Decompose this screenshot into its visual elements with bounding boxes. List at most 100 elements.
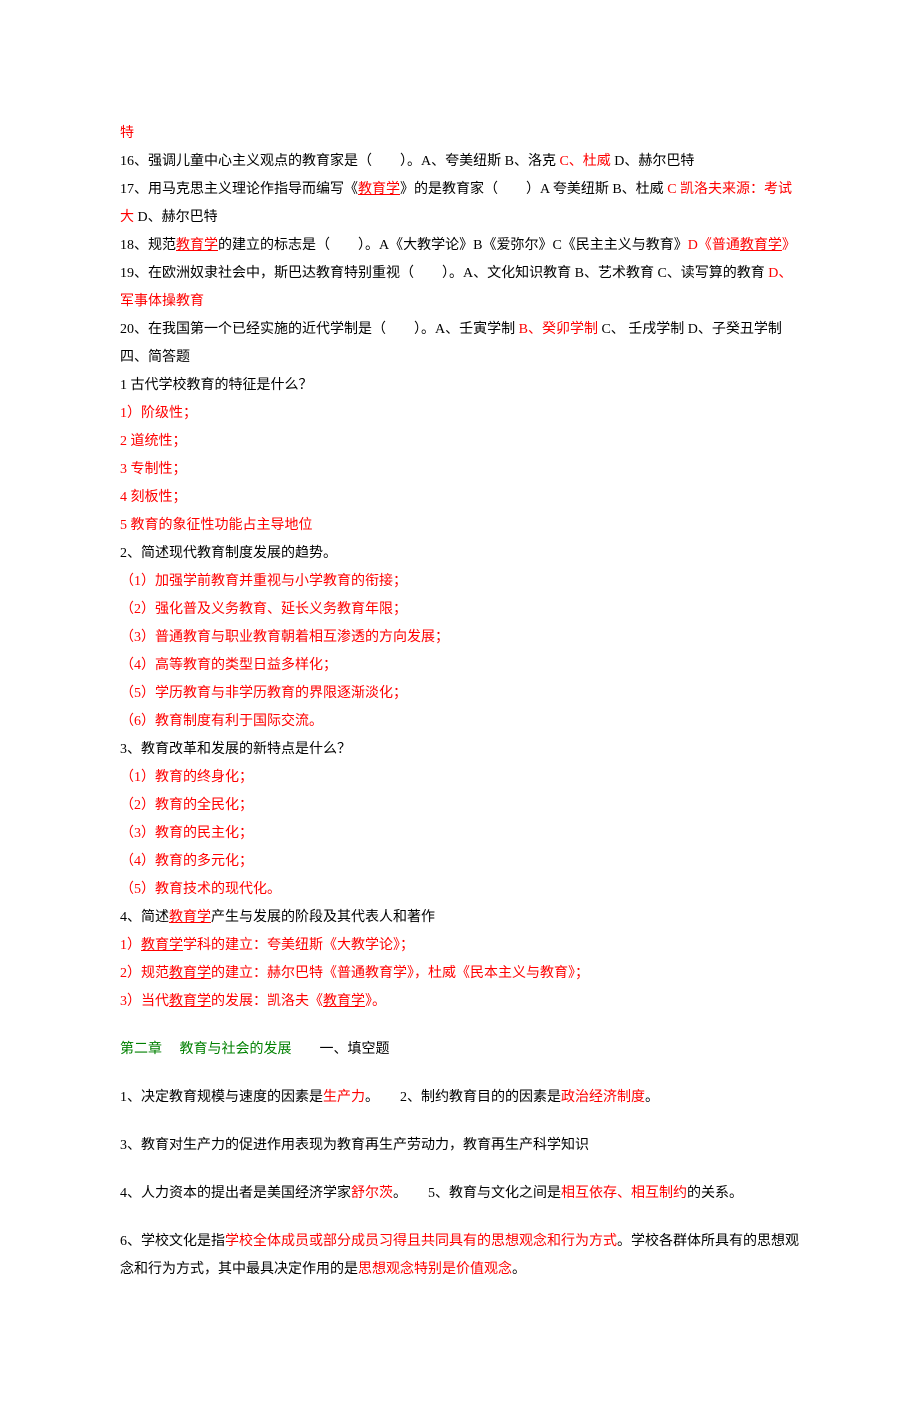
text-segment: D《普通 xyxy=(688,238,740,253)
text-line: 3、教育改革和发展的新特点是什么？ xyxy=(120,736,800,764)
text-segment: 教育学 xyxy=(141,938,183,953)
text-line: 16、强调儿童中心主义观点的教育家是（ ）。A、夸美纽斯 B、洛克 C、杜威 D… xyxy=(120,148,800,176)
text-segment: 教育学 xyxy=(176,238,218,253)
text-segment: （2）教育的全民化； xyxy=(120,798,253,813)
text-segment: 4 刻板性； xyxy=(120,490,187,505)
text-line: 3、教育对生产力的促进作用表现为教育再生产劳动力，教育再生产科学知识 xyxy=(120,1132,800,1160)
text-segment: （2）强化普及义务教育、延长义务教育年限； xyxy=(120,602,407,617)
text-segment: D、赫尔巴特 xyxy=(611,154,695,169)
text-segment: 3、教育对生产力的促进作用表现为教育再生产劳动力，教育再生产科学知识 xyxy=(120,1138,589,1153)
text-segment: （6）教育制度有利于国际交流。 xyxy=(120,714,323,729)
text-segment: 舒尔茨 xyxy=(351,1186,393,1201)
text-segment: 教育学 xyxy=(740,238,782,253)
text-segment: D、赫尔巴特 xyxy=(134,210,218,225)
text-segment: 的建立：赫尔巴特《普通教育学》，杜威《民本主义与教育》； xyxy=(211,966,589,981)
text-line: （3）教育的民主化； xyxy=(120,820,800,848)
text-segment: （3）教育的民主化； xyxy=(120,826,253,841)
text-line: 19、在欧洲奴隶社会中，斯巴达教育特别重视（ ）。A、文化知识教育 B、艺术教育… xyxy=(120,260,800,316)
text-segment: 思想观念特别是价值观念 xyxy=(358,1262,512,1277)
text-line: （2）教育的全民化； xyxy=(120,792,800,820)
text-segment: 18、规范 xyxy=(120,238,176,253)
text-segment: 学校全体成员或部分成员习得且共同具有的思想观念和行为方式 xyxy=(225,1234,617,1249)
text-segment: （3）普通教育与职业教育朝着相互渗透的方向发展； xyxy=(120,630,449,645)
text-segment: （4）教育的多元化； xyxy=(120,854,253,869)
text-segment: 1）阶级性； xyxy=(120,406,197,421)
text-segment: 生产力 xyxy=(323,1090,365,1105)
text-segment: 产生与发展的阶段及其代表人和著作 xyxy=(211,910,435,925)
text-line: 3）当代教育学的发展：凯洛夫《教育学》。 xyxy=(120,988,800,1016)
text-segment: 6、学校文化是指 xyxy=(120,1234,225,1249)
text-segment: 。 xyxy=(645,1090,659,1105)
text-line: 17、用马克思主义理论作指导而编写《教育学》的是教育家（ ）A 夸美纽斯 B、杜… xyxy=(120,176,800,232)
text-segment: 教育学 xyxy=(169,994,211,1009)
text-segment: 4、人力资本的提出者是美国经济学家 xyxy=(120,1186,351,1201)
text-segment: 的建立的标志是（ ）。A《大教学论》B《爱弥尔》C《民主主义与教育》 xyxy=(218,238,688,253)
text-segment: 17、用马克思主义理论作指导而编写《 xyxy=(120,182,358,197)
text-line: （1）加强学前教育并重视与小学教育的衔接； xyxy=(120,568,800,596)
text-line: 4 刻板性； xyxy=(120,484,800,512)
text-segment: 1） xyxy=(120,938,141,953)
text-segment: 。 xyxy=(512,1262,526,1277)
text-line: 1）教育学学科的建立：夸美纽斯《大教学论》； xyxy=(120,932,800,960)
text-segment: 3）当代 xyxy=(120,994,169,1009)
text-segment: 教育学 xyxy=(169,966,211,981)
text-line: 4、人力资本的提出者是美国经济学家舒尔茨。 5、教育与文化之间是相互依存、相互制… xyxy=(120,1180,800,1208)
text-segment: 教育学 xyxy=(323,994,365,1009)
text-line: （5）教育技术的现代化。 xyxy=(120,876,800,904)
text-segment: 2 道统性； xyxy=(120,434,187,449)
text-line: （3）普通教育与职业教育朝着相互渗透的方向发展； xyxy=(120,624,800,652)
text-line: 1）阶级性； xyxy=(120,400,800,428)
text-line: 1 古代学校教育的特征是什么？ xyxy=(120,372,800,400)
text-line: 5 教育的象征性功能占主导地位 xyxy=(120,512,800,540)
text-segment: 一、填空题 xyxy=(292,1042,390,1057)
text-segment: （5）学历教育与非学历教育的界限逐渐淡化； xyxy=(120,686,407,701)
text-segment: 19、在欧洲奴隶社会中，斯巴达教育特别重视（ ）。A、文化知识教育 B、艺术教育… xyxy=(120,266,768,281)
text-line: 4、简述教育学产生与发展的阶段及其代表人和著作 xyxy=(120,904,800,932)
text-segment: 的关系。 xyxy=(687,1186,743,1201)
text-segment: 特 xyxy=(120,126,134,141)
text-segment: 》 xyxy=(782,238,796,253)
text-segment: 。 5、教育与文化之间是 xyxy=(393,1186,561,1201)
text-line: 1、决定教育规模与速度的因素是生产力。 2、制约教育目的的因素是政治经济制度。 xyxy=(120,1084,800,1112)
text-line: （2）强化普及义务教育、延长义务教育年限； xyxy=(120,596,800,624)
text-line: 2）规范教育学的建立：赫尔巴特《普通教育学》，杜威《民本主义与教育》； xyxy=(120,960,800,988)
text-segment: （4）高等教育的类型日益多样化； xyxy=(120,658,337,673)
text-segment: 1 古代学校教育的特征是什么？ xyxy=(120,378,313,393)
text-segment: 3、教育改革和发展的新特点是什么？ xyxy=(120,742,351,757)
text-line: （4）高等教育的类型日益多样化； xyxy=(120,652,800,680)
text-segment: 1、决定教育规模与速度的因素是 xyxy=(120,1090,323,1105)
text-segment: 》的是教育家（ ）A 夸美纽斯 B、杜威 xyxy=(400,182,667,197)
text-line: 18、规范教育学的建立的标志是（ ）。A《大教学论》B《爱弥尔》C《民主主义与教… xyxy=(120,232,800,260)
text-segment: 相互依存、相互制约 xyxy=(561,1186,687,1201)
text-line: （6）教育制度有利于国际交流。 xyxy=(120,708,800,736)
text-line: 特 xyxy=(120,120,800,148)
text-segment: 四、简答题 xyxy=(120,350,190,365)
text-line: 四、简答题 xyxy=(120,344,800,372)
text-segment: 学科的建立：夸美纽斯《大教学论》； xyxy=(183,938,414,953)
text-line: （1）教育的终身化； xyxy=(120,764,800,792)
text-segment: 2）规范 xyxy=(120,966,169,981)
text-line: 3 专制性； xyxy=(120,456,800,484)
text-line: （4）教育的多元化； xyxy=(120,848,800,876)
text-segment: 。 2、制约教育目的的因素是 xyxy=(365,1090,561,1105)
text-segment: 3 专制性； xyxy=(120,462,187,477)
text-segment: 20、在我国第一个已经实施的近代学制是（ ）。A、壬寅学制 xyxy=(120,322,519,337)
text-segment: （5）教育技术的现代化。 xyxy=(120,882,281,897)
text-segment: 教育学 xyxy=(169,910,211,925)
text-segment: B、癸卯学制 xyxy=(519,322,598,337)
text-segment: 教育学 xyxy=(358,182,400,197)
text-segment: 2、简述现代教育制度发展的趋势。 xyxy=(120,546,337,561)
text-line: 第二章 教育与社会的发展 一、填空题 xyxy=(120,1036,800,1064)
document-body: 特 16、强调儿童中心主义观点的教育家是（ ）。A、夸美纽斯 B、洛克 C、杜威 … xyxy=(120,120,800,1284)
text-line: 6、学校文化是指学校全体成员或部分成员习得且共同具有的思想观念和行为方式。学校各… xyxy=(120,1228,800,1284)
text-segment: 4、简述 xyxy=(120,910,169,925)
text-line: 20、在我国第一个已经实施的近代学制是（ ）。A、壬寅学制 B、癸卯学制 C、 … xyxy=(120,316,800,344)
text-line: （5）学历教育与非学历教育的界限逐渐淡化； xyxy=(120,680,800,708)
text-segment: （1）教育的终身化； xyxy=(120,770,253,785)
text-segment: 政治经济制度 xyxy=(561,1090,645,1105)
text-line: 2 道统性； xyxy=(120,428,800,456)
text-segment: C、 壬戌学制 D、子癸丑学制 xyxy=(598,322,782,337)
text-segment: （1）加强学前教育并重视与小学教育的衔接； xyxy=(120,574,407,589)
text-segment: 的发展：凯洛夫《 xyxy=(211,994,323,1009)
text-segment: 5 教育的象征性功能占主导地位 xyxy=(120,518,313,533)
